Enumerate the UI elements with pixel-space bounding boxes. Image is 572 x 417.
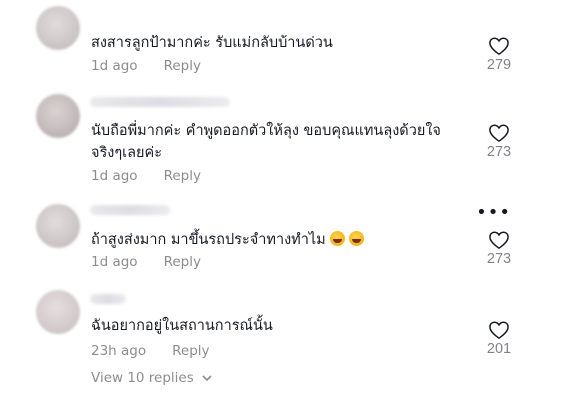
comment-meta: 23h ago Reply [91, 343, 210, 359]
comment-time: 1d ago [91, 58, 138, 74]
comment-text: สงสารลูกป้ามากค่ะ รับแม่กลับบ้านด่วน [91, 35, 333, 51]
reply-button[interactable]: Reply [164, 58, 201, 74]
reply-button[interactable]: Reply [164, 168, 201, 184]
heart-outline-icon[interactable] [488, 320, 510, 340]
like-count: 273 [486, 251, 512, 267]
comment-time: 23h ago [91, 343, 147, 359]
username-blurred[interactable] [90, 294, 126, 304]
comment-text-line: นับถือพี่มากค่ะ คำพูดออกตัวให้ลุง ขอบคุณ… [91, 123, 441, 139]
comment-meta: 1d ago Reply [91, 254, 201, 270]
heart-outline-icon[interactable] [488, 123, 510, 143]
avatar[interactable] [36, 94, 80, 138]
view-replies-label: View 10 replies [91, 370, 194, 386]
comment-time: 1d ago [91, 254, 138, 270]
comment-text: ถ้าสูงส่งมาก มาขึ้นรถประจำทางทำไม [91, 229, 364, 251]
like-count: 279 [486, 57, 512, 73]
like-group: 201 [484, 320, 514, 357]
username-blurred[interactable] [90, 205, 170, 215]
heart-outline-icon[interactable] [488, 230, 510, 250]
comment-time: 1d ago [91, 168, 138, 184]
rolling-on-floor-laughing-emoji [348, 231, 364, 246]
comment-text: นับถือพี่มากค่ะ คำพูดออกตัวให้ลุง ขอบคุณ… [91, 120, 441, 164]
reply-button[interactable]: Reply [172, 343, 209, 359]
rolling-on-floor-laughing-emoji [329, 231, 345, 246]
avatar[interactable] [36, 204, 80, 248]
like-count: 273 [486, 144, 512, 160]
avatar[interactable] [36, 6, 80, 50]
comment-meta: 1d ago Reply [91, 168, 201, 184]
comment-meta: 1d ago Reply [91, 58, 201, 74]
chevron-down-icon [202, 375, 212, 382]
comment-text-line: ถ้าสูงส่งมาก มาขึ้นรถประจำทางทำไม [91, 232, 326, 248]
like-group: 279 [484, 36, 514, 73]
like-group: 273 [484, 230, 514, 267]
username-blurred[interactable] [90, 97, 230, 107]
like-count: 201 [486, 341, 512, 357]
reply-button[interactable]: Reply [164, 254, 201, 270]
comment-text: ฉันอยากอยู่ในสถานการณ์นั้น [91, 318, 273, 334]
view-replies-button[interactable]: View 10 replies [91, 370, 212, 386]
heart-outline-icon[interactable] [488, 36, 510, 56]
more-options-button[interactable]: ••• [476, 204, 511, 222]
comment-text-line: จริงๆเลยค่ะ [91, 145, 162, 161]
like-group: 273 [484, 123, 514, 160]
avatar[interactable] [36, 290, 80, 334]
